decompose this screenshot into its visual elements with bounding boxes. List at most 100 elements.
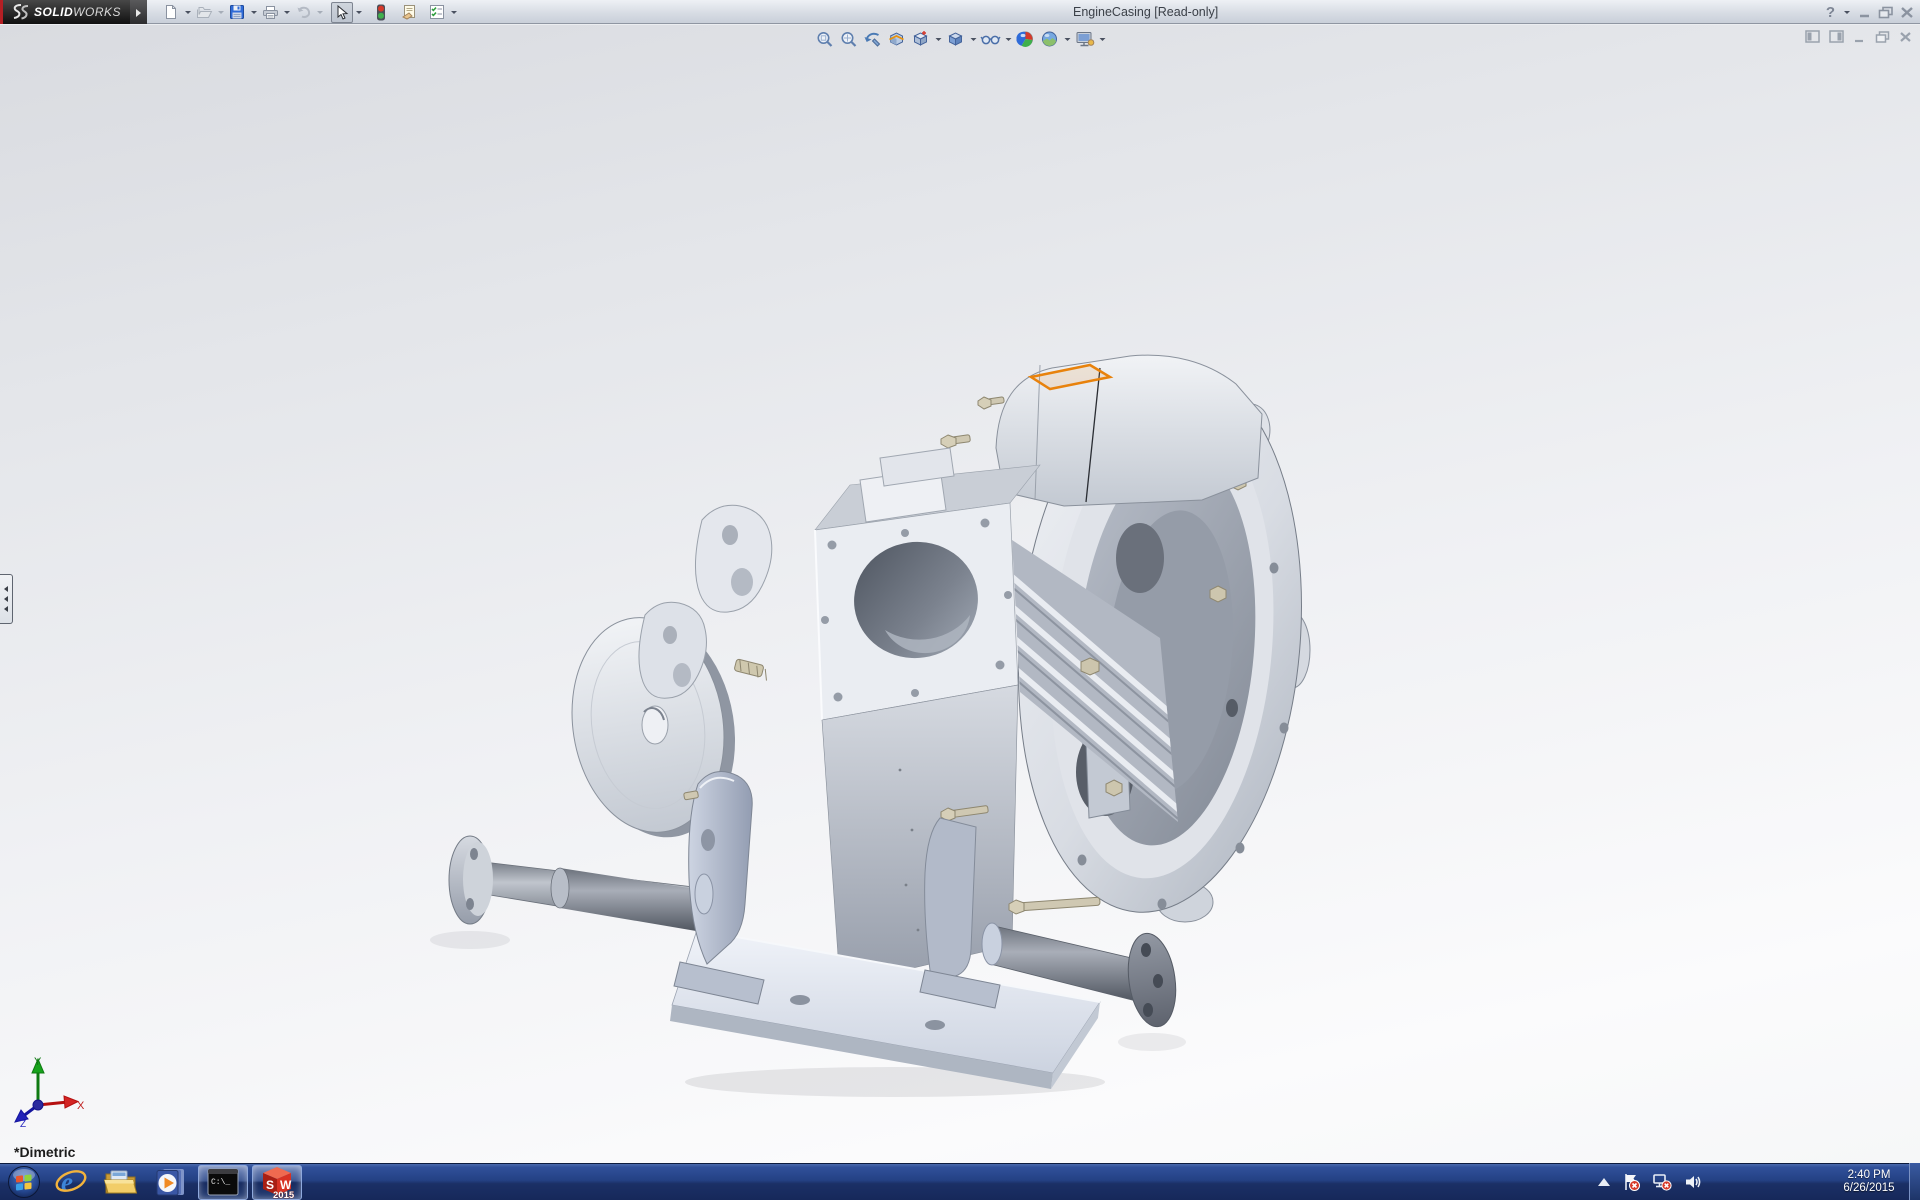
open-dropdown[interactable] — [215, 2, 226, 23]
appearance-ball-icon — [1017, 30, 1035, 48]
zoom-to-area-icon — [840, 30, 858, 48]
view-orientation-icon — [912, 30, 930, 48]
triad-x-label: X — [77, 1100, 84, 1112]
triad-z-label: Z — [20, 1119, 26, 1127]
zoom-to-fit-icon — [816, 30, 834, 48]
minimize-doc-button[interactable] — [1853, 30, 1866, 48]
zoom-to-fit-button[interactable] — [813, 28, 837, 50]
print-button[interactable] — [259, 2, 281, 23]
print-icon — [262, 4, 279, 20]
command-prompt-icon: C:\_ — [206, 1167, 240, 1197]
window-controls: ? — [1820, 0, 1914, 24]
view-orientation-button[interactable] — [909, 28, 933, 50]
close-button[interactable] — [1900, 6, 1914, 19]
hex-bolt — [1081, 658, 1099, 675]
show-hidden-icons-button[interactable] — [1598, 1178, 1610, 1186]
folder-icon — [103, 1167, 139, 1197]
titlebar: SOLIDWORKS — [0, 0, 1920, 24]
save-icon — [229, 4, 245, 20]
section-view-icon — [888, 30, 906, 48]
help-dropdown[interactable] — [1841, 2, 1852, 23]
stud-bolt — [978, 397, 1004, 409]
solidworks-2015-icon: S W 2015 — [259, 1165, 295, 1199]
taskbar-solidworks[interactable]: S W 2015 — [252, 1165, 302, 1200]
select-dropdown[interactable] — [353, 2, 364, 23]
taskbar-clock[interactable]: 2:40 PM 6/26/2015 — [1832, 1163, 1906, 1200]
undo-dropdown[interactable] — [314, 2, 325, 23]
hide-show-dropdown[interactable] — [1003, 29, 1014, 50]
options-button[interactable] — [426, 2, 448, 23]
view-settings-dropdown[interactable] — [1097, 29, 1108, 50]
view-settings-button[interactable] — [1073, 28, 1097, 50]
apply-scene-dropdown[interactable] — [1062, 29, 1073, 50]
display-pane-toggle[interactable] — [1829, 30, 1844, 48]
logo-red-stripe — [0, 0, 3, 24]
network-status-icon[interactable] — [1652, 1173, 1672, 1191]
graphics-area[interactable]: Y X Z *Dimetric — [0, 25, 1920, 1163]
taskbar-command-prompt[interactable]: C:\_ — [198, 1165, 248, 1200]
featuremanager-pane-toggle[interactable] — [1805, 30, 1820, 48]
action-center-icon[interactable] — [1622, 1173, 1640, 1191]
triad-y-label: Y — [34, 1056, 42, 1068]
spring-stud — [734, 659, 770, 681]
hex-bolt — [1210, 586, 1226, 602]
internet-explorer-icon: e — [54, 1166, 88, 1198]
select-button[interactable] — [331, 2, 353, 23]
left-shaft[interactable] — [449, 836, 702, 932]
taskbar-internet-explorer[interactable]: e — [46, 1165, 96, 1200]
close-doc-button[interactable] — [1899, 30, 1912, 48]
zoom-to-area-button[interactable] — [837, 28, 861, 50]
new-dropdown[interactable] — [182, 2, 193, 23]
quick-access-toolbar — [160, 1, 459, 23]
start-button[interactable] — [2, 1165, 46, 1200]
view-orientation-dropdown[interactable] — [933, 29, 944, 50]
document-window-controls — [1805, 30, 1912, 48]
undo-icon — [295, 4, 312, 20]
glasses-icon — [981, 30, 1001, 48]
apply-scene-icon — [1041, 30, 1059, 48]
minimize-button[interactable] — [1858, 6, 1872, 18]
solidworks-logo-icon — [8, 3, 30, 21]
shaft-washer — [695, 874, 713, 914]
print-dropdown[interactable] — [281, 2, 292, 23]
open-button[interactable] — [193, 2, 215, 23]
stud-bolt — [1009, 897, 1100, 914]
taskbar-media-player[interactable] — [146, 1165, 196, 1200]
section-view-button[interactable] — [885, 28, 909, 50]
edit-appearance-button[interactable] — [1014, 28, 1038, 50]
featuremanager-collapsed-tab[interactable] — [0, 574, 13, 624]
save-dropdown[interactable] — [248, 2, 259, 23]
taskbar: e C — [0, 1163, 1920, 1200]
file-properties-icon — [401, 4, 418, 20]
flyout-arrow-icon — [136, 9, 141, 17]
show-desktop-button[interactable] — [1909, 1163, 1920, 1200]
undo-button[interactable] — [292, 2, 314, 23]
new-button[interactable] — [160, 2, 182, 23]
previous-view-button[interactable] — [861, 28, 885, 50]
engine-casing-model[interactable] — [340, 340, 1320, 1100]
taskbar-windows-explorer[interactable] — [96, 1165, 146, 1200]
apply-scene-button[interactable] — [1038, 28, 1062, 50]
restore-doc-button[interactable] — [1875, 30, 1890, 48]
file-properties-button[interactable] — [398, 2, 420, 23]
rebuild-button[interactable] — [370, 2, 392, 23]
options-dropdown[interactable] — [448, 2, 459, 23]
display-style-dropdown[interactable] — [968, 29, 979, 50]
restore-button[interactable] — [1878, 6, 1894, 19]
menu-flyout-arrow[interactable] — [130, 0, 147, 24]
media-player-icon — [154, 1166, 188, 1198]
windows-start-orb-icon — [7, 1165, 41, 1199]
svg-text:2015: 2015 — [273, 1190, 295, 1199]
help-button[interactable]: ? — [1826, 4, 1835, 21]
previous-view-icon — [864, 30, 882, 48]
hide-show-items-button[interactable] — [979, 28, 1003, 50]
display-style-icon — [947, 30, 965, 48]
solidworks-logo: SOLIDWORKS — [0, 0, 130, 24]
display-style-button[interactable] — [944, 28, 968, 50]
clock-time: 2:40 PM — [1832, 1169, 1906, 1181]
window-title: EngineCasing [Read-only] — [1073, 5, 1218, 19]
traffic-light-icon — [376, 4, 386, 21]
orientation-triad: Y X Z — [8, 1053, 84, 1127]
save-button[interactable] — [226, 2, 248, 23]
volume-icon[interactable] — [1684, 1173, 1702, 1191]
